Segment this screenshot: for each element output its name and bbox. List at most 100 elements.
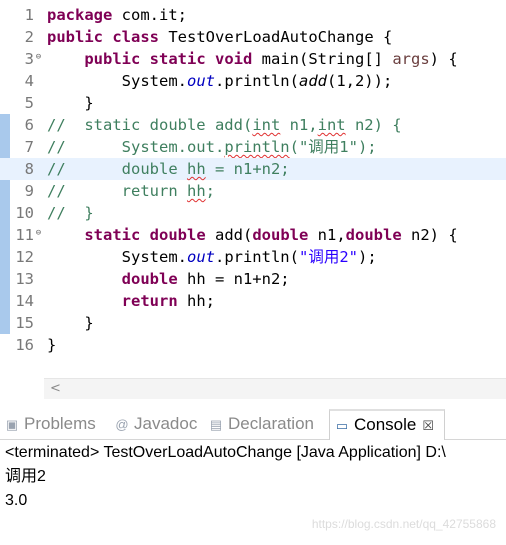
code-text: n1,	[308, 226, 346, 244]
comment: int	[317, 116, 346, 134]
collapse-icon[interactable]: ⊖	[34, 229, 43, 238]
code-line[interactable]: 10 // }	[0, 202, 506, 224]
code-line[interactable]: 6 // static double add(int n1,int n2) {	[0, 114, 506, 136]
keyword: double	[121, 270, 178, 288]
parameter: args	[392, 50, 430, 68]
code-text: n2) {	[401, 226, 458, 244]
tab-declaration[interactable]: ▤ Declaration	[208, 409, 314, 439]
console-line: 3.0	[5, 492, 28, 509]
horizontal-scrollbar[interactable]: <	[44, 378, 506, 399]
code-line[interactable]: 3 ⊖ public static void main(String[] arg…	[0, 48, 506, 70]
close-icon[interactable]: ☒	[422, 418, 434, 433]
console-line: 调用2	[5, 468, 46, 485]
comment: hh	[186, 160, 206, 178]
view-tab-bar: ▣ Problems @ Javadoc ▤ Declaration ▭ Console…	[0, 409, 506, 440]
comment: println	[224, 138, 290, 156]
comment: ("调用1");	[289, 138, 377, 156]
tab-label: Console	[354, 415, 417, 434]
comment: int	[252, 116, 281, 134]
problems-icon: ▣	[5, 417, 19, 432]
keyword: public	[47, 28, 103, 46]
keyword: public	[84, 50, 141, 68]
comment: // return	[47, 182, 187, 200]
code-text: com.it;	[112, 6, 187, 24]
code-text: System.	[121, 72, 187, 90]
code-line[interactable]: 13 double hh = n1+n2;	[0, 268, 506, 290]
code-line[interactable]: 5 }	[0, 92, 506, 114]
keyword: class	[112, 28, 160, 46]
code-line[interactable]: 12 System.out.println("调用2");	[0, 246, 506, 268]
code-text: System.	[121, 248, 187, 266]
code-line[interactable]: 1 package com.it;	[0, 4, 506, 26]
line-number: 10	[15, 204, 34, 222]
tab-label: Problems	[24, 414, 96, 433]
comment: // }	[47, 204, 94, 222]
console-icon: ▭	[335, 418, 349, 433]
code-text: hh = n1+n2;	[177, 270, 290, 288]
code-text: main(String[]	[252, 50, 393, 68]
code-text: (1,2));	[326, 72, 393, 90]
line-number: 12	[15, 248, 34, 266]
line-number: 2	[24, 28, 34, 46]
tab-label: Javadoc	[134, 414, 198, 433]
declaration-icon: ▤	[209, 417, 223, 432]
line-number: 1	[24, 6, 34, 24]
console-status: <terminated> TestOverLoadAutoChange [Jav…	[5, 444, 446, 461]
line-number: 7	[24, 138, 34, 156]
comment: hh	[186, 182, 206, 200]
line-number: 14	[15, 292, 34, 310]
code-text: .println(	[214, 248, 299, 266]
tab-problems[interactable]: ▣ Problems	[4, 409, 96, 439]
code-line[interactable]: 11 ⊖ static double add(double n1,double …	[0, 224, 506, 246]
code-text: }	[84, 94, 94, 112]
code-line[interactable]: 9 // return hh;	[0, 180, 506, 202]
keyword: double	[252, 226, 309, 244]
code-text: }	[47, 336, 57, 354]
code-line[interactable]: 15 }	[0, 312, 506, 334]
string-literal: "调用2"	[298, 248, 358, 266]
code-text: );	[357, 248, 377, 266]
code-text: add(	[205, 226, 253, 244]
line-number: 4	[24, 72, 34, 90]
tab-javadoc[interactable]: @ Javadoc	[114, 409, 197, 439]
comment: = n1+n2;	[205, 160, 290, 178]
comment: ;	[205, 182, 215, 200]
keyword: double	[345, 226, 402, 244]
collapse-icon[interactable]: ⊖	[34, 53, 43, 62]
comment: // System.out.	[47, 138, 225, 156]
code-line[interactable]: 16 }	[0, 334, 506, 356]
static-field: out	[186, 248, 215, 266]
keyword: void	[215, 50, 253, 68]
line-number: 9	[24, 182, 34, 200]
code-text: .println(	[214, 72, 299, 90]
comment: // double	[47, 160, 187, 178]
line-number: 3	[24, 50, 34, 68]
line-number: 5	[24, 94, 34, 112]
scroll-left-icon[interactable]: <	[50, 379, 61, 399]
code-text: ) {	[429, 50, 458, 68]
keyword: static	[149, 50, 206, 68]
line-number: 13	[15, 270, 34, 288]
code-editor[interactable]: 1 package com.it; 2 public class TestOve…	[0, 0, 506, 377]
keyword: package	[47, 6, 113, 24]
method-call: add	[298, 72, 327, 90]
code-line[interactable]: 2 public class TestOverLoadAutoChange {	[0, 26, 506, 48]
static-field: out	[186, 72, 215, 90]
line-number: 16	[15, 336, 34, 354]
line-number: 11	[15, 226, 34, 244]
comment: // static double add(	[47, 116, 253, 134]
code-text: TestOverLoadAutoChange {	[159, 28, 393, 46]
keyword: double	[149, 226, 206, 244]
code-line[interactable]: 4 System.out.println(add(1,2));	[0, 70, 506, 92]
code-line-current[interactable]: 8 // double hh = n1+n2;	[0, 158, 506, 180]
code-line[interactable]: 14 return hh;	[0, 290, 506, 312]
javadoc-icon: @	[115, 417, 129, 432]
line-number: 15	[15, 314, 34, 332]
code-text: }	[84, 314, 94, 332]
line-number: 8	[24, 160, 34, 178]
comment: n1,	[280, 116, 318, 134]
keyword: return	[121, 292, 178, 310]
watermark: https://blog.csdn.net/qq_42755868	[311, 517, 496, 531]
code-line[interactable]: 7 // System.out.println("调用1");	[0, 136, 506, 158]
tab-console[interactable]: ▭ Console ☒	[329, 409, 446, 440]
